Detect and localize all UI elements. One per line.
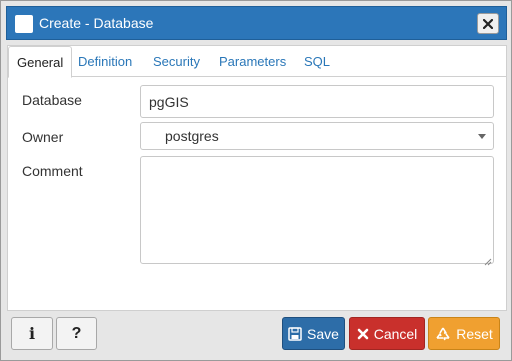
close-icon — [482, 16, 494, 32]
database-label: Database — [22, 92, 82, 108]
recycle-icon — [435, 326, 451, 342]
general-panel: General Definition Security Parameters S… — [7, 45, 507, 311]
tab-definition[interactable]: Definition — [70, 46, 140, 77]
save-label: Save — [307, 325, 339, 342]
dialog-title: Create - Database — [39, 15, 154, 31]
reset-button[interactable]: Reset — [428, 317, 500, 350]
dialog-footer: i ? Save Cancel Reset — [7, 311, 507, 356]
info-icon: i — [28, 324, 36, 343]
reset-label: Reset — [456, 325, 493, 342]
database-name-input[interactable]: pgGIS — [140, 85, 494, 118]
owner-select[interactable]: postgres — [140, 122, 494, 150]
tab-bar: General Definition Security Parameters S… — [8, 46, 506, 78]
create-database-dialog: Create - Database General Definition Sec… — [0, 0, 512, 361]
x-icon — [357, 328, 369, 340]
tab-parameters[interactable]: Parameters — [211, 46, 294, 77]
save-button[interactable]: Save — [282, 317, 345, 350]
cancel-button[interactable]: Cancel — [349, 317, 425, 350]
owner-label: Owner — [22, 129, 64, 145]
help-icon: ? — [71, 324, 82, 342]
dialog-titlebar[interactable]: Create - Database — [6, 6, 507, 40]
comment-label: Comment — [22, 163, 83, 179]
tab-sql[interactable]: SQL — [296, 46, 338, 77]
tab-general[interactable]: General — [8, 46, 73, 78]
owner-value: postgres — [165, 128, 219, 144]
window-icon — [15, 15, 33, 33]
database-name-value: pgGIS — [149, 94, 189, 110]
cancel-label: Cancel — [373, 325, 418, 342]
info-button[interactable]: i — [11, 317, 53, 350]
help-button[interactable]: ? — [56, 317, 97, 350]
comment-textarea[interactable] — [140, 156, 494, 266]
resize-grip-icon[interactable] — [483, 253, 492, 266]
caret-down-icon — [478, 134, 486, 139]
floppy-disk-icon — [288, 326, 302, 341]
close-button[interactable] — [477, 13, 499, 34]
tab-security[interactable]: Security — [145, 46, 208, 77]
